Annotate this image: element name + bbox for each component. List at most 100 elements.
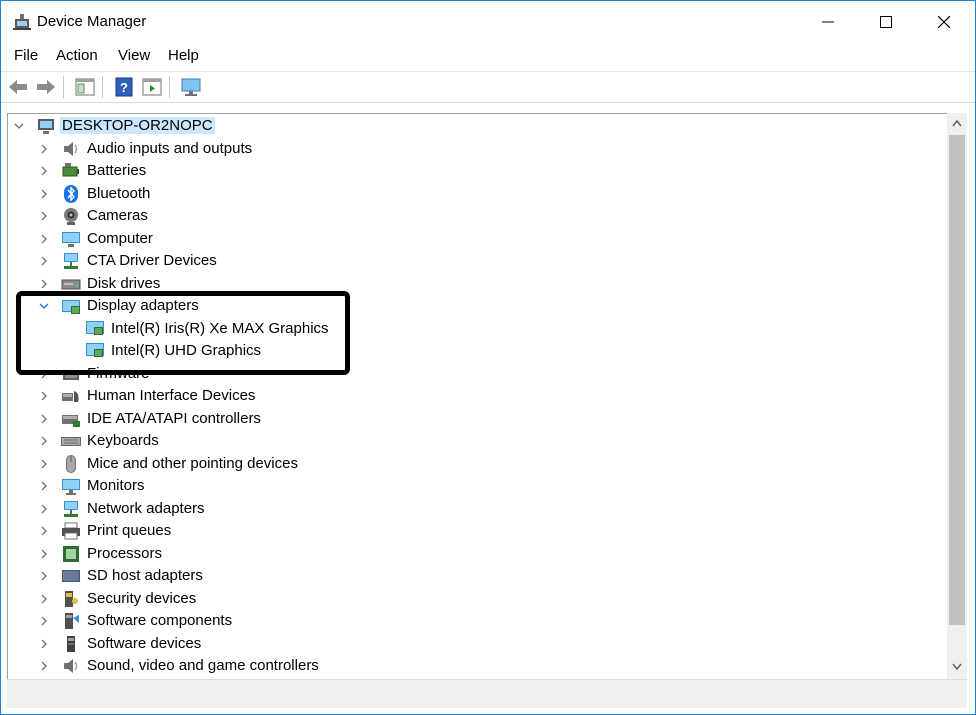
camera-icon	[64, 208, 78, 225]
toolbar-separator	[63, 76, 64, 98]
sd-icon	[62, 570, 80, 582]
tree-root[interactable]: DESKTOP-OR2NOPC	[8, 115, 938, 137]
tree-item-label: Security devices	[87, 589, 197, 607]
tree-item-label: Bluetooth	[87, 184, 151, 202]
forward-icon	[37, 80, 55, 94]
tree-category-keyboards[interactable]: Keyboards	[8, 430, 938, 452]
chevron-right-icon[interactable]	[39, 279, 49, 289]
tree-item-label: Processors	[87, 544, 163, 562]
menu-action[interactable]: Action	[56, 47, 98, 64]
tree-item-label: Audio inputs and outputs	[87, 139, 253, 157]
title-bar[interactable]: Device Manager	[1, 1, 975, 43]
tree-category-cta-driver-devices[interactable]: CTA Driver Devices	[8, 250, 938, 272]
device-tree[interactable]: DESKTOP-OR2NOPC Audio inputs and outputs B…	[7, 113, 948, 680]
chevron-right-icon[interactable]	[39, 571, 49, 581]
menu-view[interactable]: View	[118, 47, 150, 64]
back-icon	[9, 80, 27, 94]
tree-item-label: Monitors	[87, 477, 145, 494]
tree-category-security-devices[interactable]: Security devices	[8, 588, 938, 610]
svg-text:?: ?	[120, 80, 128, 95]
tree-item-label: Mice and other pointing devices	[87, 454, 298, 472]
tree-item-label: Software devices	[87, 634, 202, 652]
network-icon	[64, 253, 78, 269]
properties-pane-icon	[75, 78, 95, 96]
tree-item-label: Cameras	[87, 207, 148, 224]
maximize-button[interactable]	[857, 1, 915, 43]
tree-category-monitors[interactable]: Monitors	[8, 475, 938, 497]
tree-item-label: CTA Driver Devices	[87, 252, 217, 269]
tree-item-label: Network adapters	[87, 499, 205, 517]
tree-category-human-interface-devices[interactable]: Human Interface Devices	[8, 385, 938, 407]
maximize-icon	[880, 16, 892, 28]
tree-category-network-adapters[interactable]: Network adapters	[8, 498, 938, 520]
menu-help[interactable]: Help	[168, 47, 199, 64]
tree-category-software-devices[interactable]: Software devices	[8, 633, 938, 655]
tree-category-software-components[interactable]: Software components	[8, 610, 938, 632]
chevron-right-icon[interactable]	[39, 166, 49, 176]
tree-item-label: DESKTOP-OR2NOPC	[60, 117, 215, 134]
chevron-right-icon[interactable]	[39, 661, 49, 671]
scroll-up-icon[interactable]	[952, 119, 962, 127]
scrollbar-thumb[interactable]	[949, 135, 965, 625]
chevron-right-icon[interactable]	[39, 211, 49, 221]
chevron-right-icon[interactable]	[39, 144, 49, 154]
keyboard-icon	[61, 437, 81, 446]
chevron-right-icon[interactable]	[39, 639, 49, 649]
chevron-right-icon[interactable]	[39, 594, 49, 604]
chevron-right-icon[interactable]	[39, 549, 49, 559]
chevron-down-icon[interactable]	[14, 121, 24, 131]
tree-category-audio-inputs-and-outputs[interactable]: Audio inputs and outputs	[8, 138, 938, 160]
help-button[interactable]: ?	[113, 76, 135, 98]
menu-bar: File Action View Help	[1, 45, 975, 69]
help-icon: ?	[115, 77, 133, 97]
processor-icon	[63, 545, 79, 562]
chevron-right-icon[interactable]	[39, 459, 49, 469]
tree-category-ide-ata-atapi-controllers[interactable]: IDE ATA/ATAPI controllers	[8, 408, 938, 430]
battery-icon	[62, 163, 79, 177]
security-icon	[65, 590, 78, 607]
back-button[interactable]	[7, 76, 29, 98]
chevron-right-icon[interactable]	[39, 526, 49, 536]
network-icon	[64, 500, 78, 517]
mouse-icon	[66, 454, 76, 473]
run-icon	[142, 78, 162, 96]
chevron-right-icon[interactable]	[39, 481, 49, 491]
tree-item-label: Computer	[87, 229, 153, 247]
status-bar	[7, 679, 967, 708]
tree-category-processors[interactable]: Processors	[8, 543, 938, 565]
tree-category-bluetooth[interactable]: Bluetooth	[8, 183, 938, 205]
tree-item-label: SD host adapters	[87, 567, 203, 584]
tree-category-sound-video-and-game-controllers[interactable]: Sound, video and game controllers	[8, 655, 938, 677]
toolbar-separator	[102, 76, 103, 98]
tree-item-label: Batteries	[87, 162, 147, 179]
toolbar-separator	[169, 76, 170, 98]
tree-category-batteries[interactable]: Batteries	[8, 160, 938, 182]
tree-category-computer[interactable]: Computer	[8, 228, 938, 250]
annotation-highlight-box	[16, 291, 350, 375]
printer-icon	[62, 522, 80, 540]
minimize-icon	[822, 21, 834, 23]
menu-file[interactable]: File	[14, 47, 38, 64]
tree-category-cameras[interactable]: Cameras	[8, 205, 938, 227]
chevron-right-icon[interactable]	[39, 504, 49, 514]
tree-category-print-queues[interactable]: Print queues	[8, 520, 938, 542]
computer-root-icon	[38, 119, 54, 134]
computer-icon	[62, 231, 80, 247]
tree-category-sd-host-adapters[interactable]: SD host adapters	[8, 565, 938, 587]
scroll-down-icon[interactable]	[952, 663, 962, 671]
close-button[interactable]	[915, 1, 973, 43]
run-button[interactable]	[141, 76, 163, 98]
forward-button[interactable]	[35, 76, 57, 98]
scan-hardware-button[interactable]	[180, 76, 202, 98]
chevron-right-icon[interactable]	[39, 616, 49, 626]
chevron-right-icon[interactable]	[39, 391, 49, 401]
vertical-scrollbar[interactable]	[947, 113, 967, 679]
chevron-right-icon[interactable]	[39, 436, 49, 446]
chevron-right-icon[interactable]	[39, 234, 49, 244]
properties-pane-button[interactable]	[74, 76, 96, 98]
chevron-right-icon[interactable]	[39, 256, 49, 266]
chevron-right-icon[interactable]	[39, 189, 49, 199]
minimize-button[interactable]	[799, 1, 857, 43]
tree-category-mice-and-other-pointing-devices[interactable]: Mice and other pointing devices	[8, 453, 938, 475]
chevron-right-icon[interactable]	[39, 414, 49, 424]
